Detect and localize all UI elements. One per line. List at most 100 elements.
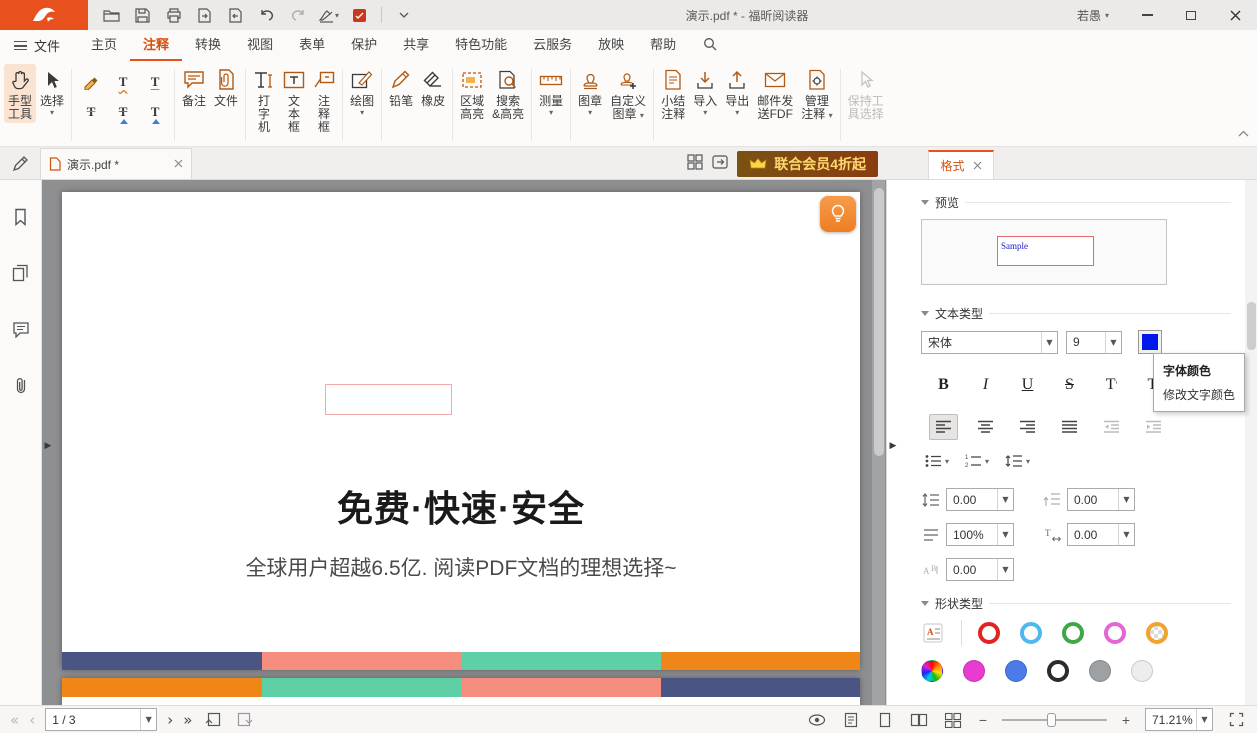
print-button[interactable] xyxy=(160,3,187,27)
tab-home[interactable]: 主页 xyxy=(78,30,130,61)
decrease-indent-button[interactable] xyxy=(1097,414,1126,440)
empty-textbox-annotation[interactable] xyxy=(325,384,452,415)
undo-button[interactable] xyxy=(253,3,280,27)
pages-panel-button[interactable] xyxy=(6,258,36,288)
close-document-tab-button[interactable] xyxy=(174,157,183,171)
single-page-view-button[interactable] xyxy=(874,709,896,731)
ribbon-search-button[interactable] xyxy=(697,37,723,54)
summarize-comments-button[interactable]: 小结 注释 xyxy=(657,64,689,123)
document-scrollbar[interactable] xyxy=(872,180,885,705)
zoom-slider[interactable] xyxy=(1002,719,1107,721)
paragraph-before-input[interactable]: 0.00 ▼ xyxy=(1067,488,1135,511)
account-name[interactable]: 若愚 xyxy=(1077,7,1101,24)
esign-button[interactable] xyxy=(346,3,373,27)
document-tab[interactable]: 演示.pdf * xyxy=(40,148,192,179)
page-number-select[interactable]: 1 / 3 ▼ xyxy=(45,708,157,731)
callout-button[interactable]: 注释框 xyxy=(309,64,339,136)
superscript-button[interactable]: T' xyxy=(1097,372,1126,398)
align-justify-button[interactable] xyxy=(1055,414,1084,440)
next-page-button[interactable]: › xyxy=(167,711,173,729)
eraser-button[interactable]: 橡皮 xyxy=(417,64,449,110)
shape-style-swatch[interactable] xyxy=(1020,622,1042,644)
font-color-button[interactable] xyxy=(1138,330,1162,354)
close-format-panel-button[interactable] xyxy=(973,159,982,173)
first-page-button[interactable]: « xyxy=(10,711,19,729)
fullscreen-button[interactable] xyxy=(1225,709,1247,731)
strikethrough-button[interactable]: S xyxy=(1055,372,1084,398)
shape-style-swatch[interactable] xyxy=(1089,660,1111,682)
signature-tool-button[interactable]: ▾ xyxy=(315,3,342,27)
hand-tool-button[interactable]: 手型 工具 xyxy=(4,64,36,123)
font-size-select[interactable]: 9 ▼ xyxy=(1066,331,1122,354)
previous-view-button[interactable] xyxy=(202,709,224,731)
membership-promo-banner[interactable]: 联合会员4折起 xyxy=(737,151,878,177)
tab-overview-button[interactable] xyxy=(687,154,703,173)
pencil-button[interactable]: 铅笔 xyxy=(385,64,417,110)
font-family-select[interactable]: 宋体 ▼ xyxy=(921,331,1058,354)
lightbulb-assistant-button[interactable] xyxy=(820,196,856,232)
shape-style-swatch[interactable] xyxy=(1062,622,1084,644)
text-viewer-button[interactable] xyxy=(840,709,862,731)
bullet-list-button[interactable]: ▾ xyxy=(925,454,949,468)
underline-text-button[interactable]: T xyxy=(145,72,165,92)
search-highlight-button[interactable]: 搜索 &高亮 xyxy=(488,64,528,123)
manage-comments-button[interactable]: 管理 注释 ▾ xyxy=(797,64,836,123)
panel-scrollbar[interactable] xyxy=(1245,180,1257,705)
custom-stamp-button[interactable]: 自定义 图章 ▾ xyxy=(606,64,650,123)
underline-button[interactable]: U xyxy=(1013,372,1042,398)
shape-type-section-header[interactable]: 形状类型 xyxy=(921,595,1231,612)
import-comments-button[interactable]: 导入 ▾ xyxy=(689,64,721,119)
text-type-section-header[interactable]: 文本类型 xyxy=(921,305,1231,322)
strikeout-text-button[interactable]: T xyxy=(81,102,101,122)
account-chevron-icon[interactable]: ▾ xyxy=(1105,11,1109,20)
pdf-page-2[interactable] xyxy=(62,678,860,705)
highlight-text-button[interactable] xyxy=(82,72,100,93)
squiggly-underline-button[interactable]: T xyxy=(113,72,133,92)
shape-style-swatch[interactable] xyxy=(921,660,943,682)
italic-button[interactable]: I xyxy=(971,372,1000,398)
redo-button[interactable] xyxy=(284,3,311,27)
shape-style-swatch[interactable] xyxy=(963,660,985,682)
shape-style-swatch[interactable] xyxy=(1047,660,1069,682)
tab-comment[interactable]: 注释 xyxy=(130,30,182,61)
shape-style-swatch[interactable] xyxy=(1005,660,1027,682)
tab-convert[interactable]: 转换 xyxy=(182,30,234,61)
horizontal-scale-input[interactable]: 100% ▼ xyxy=(946,523,1014,546)
zoom-in-button[interactable]: + xyxy=(1119,712,1133,728)
zoom-out-button[interactable]: − xyxy=(976,712,990,728)
area-highlight-button[interactable]: 区域 高亮 xyxy=(456,64,488,123)
maximize-button[interactable] xyxy=(1169,0,1213,30)
export-comments-button[interactable]: 导出 ▾ xyxy=(721,64,753,119)
line-spacing-input[interactable]: 0.00 ▼ xyxy=(946,488,1014,511)
insert-text-button[interactable]: T xyxy=(145,102,165,122)
foxit-logo[interactable] xyxy=(0,0,88,30)
format-panel-tab[interactable]: 格式 xyxy=(928,150,994,179)
email-fdf-button[interactable]: 邮件发 送FDF xyxy=(753,64,797,123)
tab-presentation[interactable]: 放映 xyxy=(585,30,637,61)
zoom-slider-thumb[interactable] xyxy=(1047,713,1056,727)
keep-tool-selected-button[interactable]: 保持工 具选择 xyxy=(844,64,888,123)
file-attachment-button[interactable]: 文件 xyxy=(210,64,242,110)
tab-view[interactable]: 视图 xyxy=(234,30,286,61)
facing-pages-view-button[interactable] xyxy=(908,709,930,731)
shape-style-swatch[interactable] xyxy=(1146,622,1168,644)
tab-help[interactable]: 帮助 xyxy=(637,30,689,61)
preview-section-header[interactable]: 预览 xyxy=(921,194,1231,211)
shape-style-swatch[interactable] xyxy=(978,622,1000,644)
typewriter-button[interactable]: 打字机 xyxy=(249,64,279,136)
pdf-page-1[interactable]: 免费·快速·安全 全球用户超越6.5亿. 阅读PDF文档的理想选择~ xyxy=(62,192,860,670)
panel-collapse-handle[interactable]: ▶ xyxy=(887,433,899,459)
export-doc-button[interactable] xyxy=(191,3,218,27)
import-doc-button[interactable] xyxy=(222,3,249,27)
tab-form[interactable]: 表单 xyxy=(286,30,338,61)
last-page-button[interactable]: » xyxy=(183,711,192,729)
tab-features[interactable]: 特色功能 xyxy=(442,30,520,61)
align-center-button[interactable] xyxy=(971,414,1000,440)
replace-text-button[interactable]: T xyxy=(113,102,133,122)
document-viewport[interactable]: 免费·快速·安全 全球用户超越6.5亿. 阅读PDF文档的理想选择~ ▶ xyxy=(42,180,886,705)
close-button[interactable] xyxy=(1213,0,1257,30)
comments-panel-button[interactable] xyxy=(6,314,36,344)
char-spacing-input[interactable]: 0.00 ▼ xyxy=(1067,523,1135,546)
quick-annotate-button[interactable] xyxy=(0,148,40,179)
switch-tab-button[interactable] xyxy=(711,154,729,173)
